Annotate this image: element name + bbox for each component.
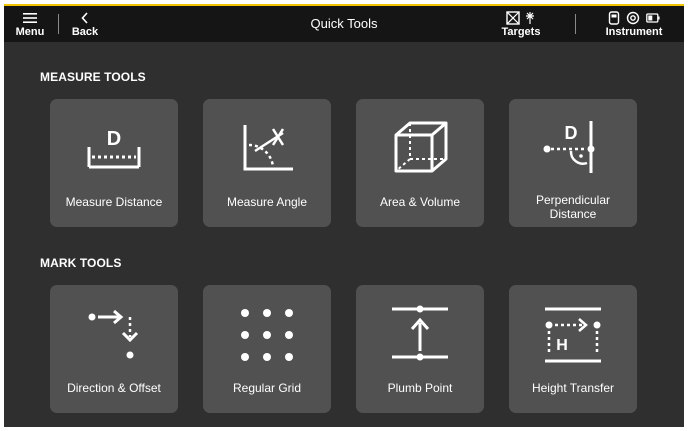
targets-label: Targets [501,25,541,38]
tile-label: Height Transfer [531,381,615,395]
tile-label: Area & Volume [379,195,461,209]
crosshair-icon [626,11,640,24]
svg-text:H: H [556,337,568,354]
instrument-status-icons [608,10,660,26]
tile-label: Perpendicular Distance [535,193,611,221]
chevron-left-icon [80,10,90,26]
instrument-button[interactable]: Instrument [598,6,670,42]
menu-button[interactable]: Menu [10,6,50,42]
back-label: Back [71,25,99,38]
svg-text:D: D [565,123,578,143]
area-volume-icon [394,121,448,173]
tile-label: Measure Distance [65,195,163,209]
plumb-point-tile[interactable]: Plumb Point [356,285,484,413]
mark-tools-heading: MARK TOOLS [40,256,122,270]
svg-text:D: D [107,128,121,150]
app-screen: Menu Back Quick Tools Targets Instrument… [4,4,684,427]
hamburger-icon [23,10,37,26]
regular-grid-icon [241,309,293,361]
area-volume-tile[interactable]: Area & Volume [356,99,484,227]
divider [575,14,576,34]
measure-angle-icon [243,125,293,171]
height-transfer-tile[interactable]: H Height Transfer [509,285,637,413]
battery-icon [646,12,660,23]
targets-icon [504,10,538,26]
direction-offset-icon [88,309,139,359]
perpendicular-distance-tile[interactable]: D Perpendicular Distance [509,99,637,227]
direction-offset-tile[interactable]: Direction & Offset [50,285,178,413]
top-bar: Menu Back Quick Tools Targets Instrument [4,6,684,42]
measure-distance-icon: D [87,128,141,169]
instrument-icon [608,10,620,25]
height-transfer-icon: H [545,307,601,363]
menu-label: Menu [15,25,45,38]
targets-button[interactable]: Targets [494,6,548,42]
measure-angle-tile[interactable]: Measure Angle [203,99,331,227]
divider [58,14,59,34]
page-title: Quick Tools [310,16,378,31]
perpendicular-distance-icon: D [543,121,595,173]
back-button[interactable]: Back [66,6,104,42]
tile-label: Measure Angle [226,195,308,209]
tile-label: Direction & Offset [67,381,161,395]
instrument-label: Instrument [605,25,663,38]
measure-distance-tile[interactable]: D Measure Distance [50,99,178,227]
measure-tools-heading: MEASURE TOOLS [40,70,146,84]
tile-label: Plumb Point [387,381,453,395]
regular-grid-tile[interactable]: Regular Grid [203,285,331,413]
plumb-point-icon [392,305,448,361]
tile-label: Regular Grid [232,381,302,395]
